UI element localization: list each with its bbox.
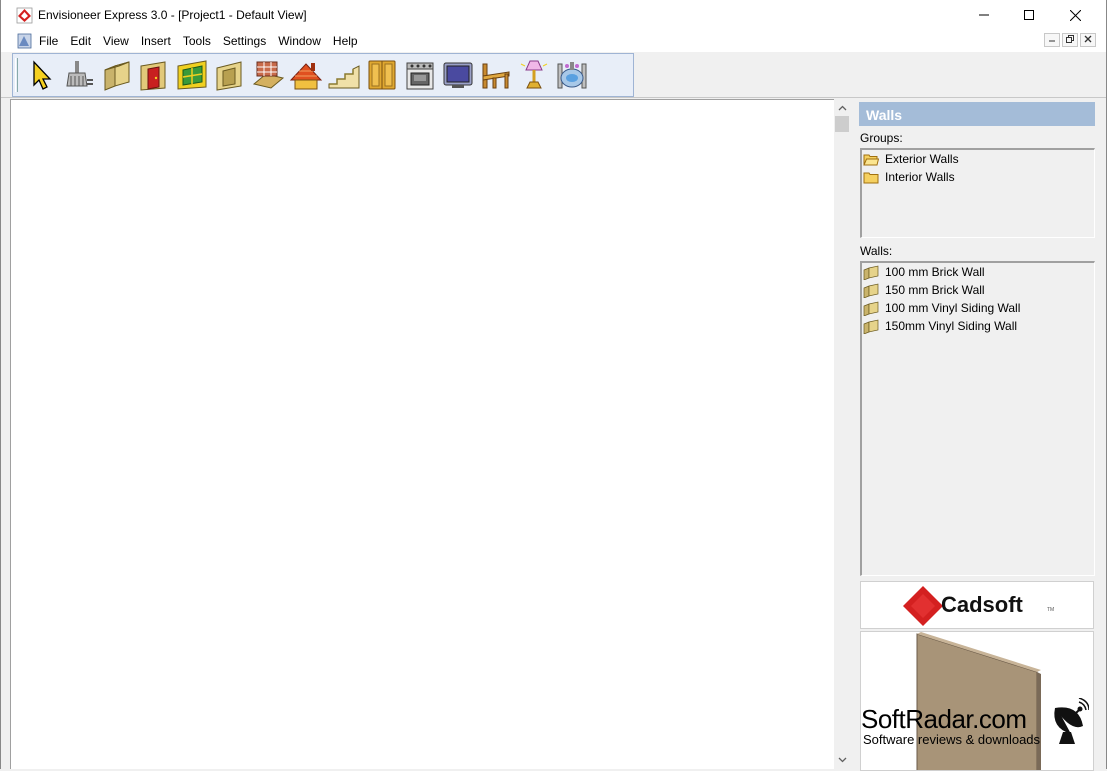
menu-tools[interactable]: Tools bbox=[177, 30, 217, 52]
mdi-minimize-button[interactable] bbox=[1044, 33, 1060, 47]
toolbar-area bbox=[1, 52, 1106, 98]
select-tool[interactable] bbox=[21, 56, 59, 94]
appliances-tool[interactable] bbox=[401, 56, 439, 94]
wall-item[interactable]: 100 mm Brick Wall bbox=[862, 263, 1094, 281]
brush-icon bbox=[66, 61, 93, 87]
windows-tool[interactable] bbox=[173, 56, 211, 94]
scroll-up-button[interactable] bbox=[834, 99, 850, 116]
wall-item-label: 150mm Vinyl Siding Wall bbox=[885, 319, 1018, 333]
group-item-label: Exterior Walls bbox=[885, 152, 959, 166]
minimize-icon bbox=[979, 14, 989, 16]
opening-icon bbox=[216, 61, 242, 91]
menu-insert[interactable]: Insert bbox=[135, 30, 177, 52]
sweep-tool[interactable] bbox=[59, 56, 97, 94]
window-icon bbox=[177, 60, 207, 90]
stove-icon bbox=[406, 62, 434, 90]
floors-tool[interactable] bbox=[249, 56, 287, 94]
close-icon bbox=[1069, 9, 1081, 21]
satellite-dish-icon bbox=[1054, 698, 1089, 744]
roof-icon bbox=[289, 63, 323, 90]
sink-icon bbox=[557, 62, 587, 89]
insert-toolbar bbox=[12, 53, 634, 97]
menu-edit[interactable]: Edit bbox=[64, 30, 97, 52]
groups-list[interactable]: Exterior Walls Interior Walls bbox=[860, 148, 1095, 238]
toolbar-grip[interactable] bbox=[15, 58, 18, 92]
maximize-icon bbox=[1024, 10, 1034, 20]
group-item[interactable]: Interior Walls bbox=[862, 168, 1094, 186]
groups-label: Groups: bbox=[860, 131, 903, 145]
wall-icon bbox=[863, 265, 879, 280]
close-button[interactable] bbox=[1052, 0, 1098, 30]
cabinet-icon bbox=[368, 60, 396, 90]
restore-icon bbox=[1066, 35, 1074, 43]
app-window: Envisioneer Express 3.0 - [Project1 - De… bbox=[0, 0, 1107, 771]
menu-file[interactable]: File bbox=[33, 30, 64, 52]
wall-item-label: 100 mm Brick Wall bbox=[885, 265, 985, 279]
wall-icon bbox=[863, 283, 879, 298]
wall-item[interactable]: 150mm Vinyl Siding Wall bbox=[862, 317, 1094, 335]
watermark-title: SoftRadar.com bbox=[861, 704, 1027, 734]
wall-icon bbox=[863, 319, 879, 334]
electronics-tool[interactable] bbox=[439, 56, 477, 94]
app-logo-icon bbox=[16, 7, 33, 24]
bench-icon bbox=[482, 63, 510, 89]
wall-item-label: 100 mm Vinyl Siding Wall bbox=[885, 301, 1021, 315]
cadsoft-logo-text: Cadsoft bbox=[941, 592, 1023, 617]
title-bar[interactable]: Envisioneer Express 3.0 - [Project1 - De… bbox=[1, 0, 1106, 30]
cadsoft-logo: Cadsoft TM bbox=[860, 581, 1094, 629]
lamp-icon bbox=[520, 60, 548, 89]
menu-help[interactable]: Help bbox=[327, 30, 364, 52]
roofs-tool[interactable] bbox=[287, 56, 325, 94]
menu-bar: File Edit View Insert Tools Settings Win… bbox=[1, 30, 1106, 52]
watermark-tagline: Software reviews & downloads bbox=[863, 732, 1041, 747]
lighting-tool[interactable] bbox=[515, 56, 553, 94]
menu-view[interactable]: View bbox=[97, 30, 135, 52]
chevron-up-icon bbox=[838, 105, 846, 110]
floor-icon bbox=[252, 61, 285, 89]
mdi-restore-button[interactable] bbox=[1062, 33, 1078, 47]
walls-label: Walls: bbox=[860, 244, 893, 258]
menu-window[interactable]: Window bbox=[272, 30, 327, 52]
stairs-tool[interactable] bbox=[325, 56, 363, 94]
catalog-panel: Walls Groups: Exterior Walls Interior Wa… bbox=[858, 101, 1096, 771]
scroll-thumb[interactable] bbox=[835, 116, 849, 132]
wall-icon bbox=[863, 301, 879, 316]
wall-item-label: 150 mm Brick Wall bbox=[885, 283, 985, 297]
cabinets-tool[interactable] bbox=[363, 56, 401, 94]
door-icon bbox=[140, 61, 166, 91]
window-title: Envisioneer Express 3.0 - [Project1 - De… bbox=[38, 8, 307, 22]
arrow-cursor-icon bbox=[33, 60, 52, 90]
furniture-tool[interactable] bbox=[477, 56, 515, 94]
wall-icon bbox=[104, 61, 130, 91]
minimize-icon bbox=[1049, 40, 1055, 42]
group-item-label: Interior Walls bbox=[885, 170, 955, 184]
openings-tool[interactable] bbox=[211, 56, 249, 94]
maximize-button[interactable] bbox=[1006, 0, 1052, 30]
wall-item[interactable]: 100 mm Vinyl Siding Wall bbox=[862, 299, 1094, 317]
plumbing-tool[interactable] bbox=[553, 56, 591, 94]
walls-tool[interactable] bbox=[97, 56, 135, 94]
walls-list[interactable]: 100 mm Brick Wall 150 mm Brick Wall 100 … bbox=[860, 261, 1095, 576]
doors-tool[interactable] bbox=[135, 56, 173, 94]
tv-icon bbox=[443, 62, 473, 88]
cadsoft-trademark: TM bbox=[1047, 607, 1055, 613]
canvas-vertical-scrollbar[interactable] bbox=[834, 99, 850, 769]
folder-open-icon bbox=[863, 154, 879, 165]
scroll-down-button[interactable] bbox=[834, 751, 850, 768]
folder-icon bbox=[863, 172, 879, 183]
item-preview: SoftRadar.com Software reviews & downloa… bbox=[860, 631, 1094, 771]
stairs-icon bbox=[328, 65, 360, 89]
document-icon[interactable] bbox=[16, 32, 33, 49]
minimize-button[interactable] bbox=[961, 0, 1007, 30]
group-item[interactable]: Exterior Walls bbox=[862, 150, 1094, 168]
chevron-down-icon bbox=[838, 757, 846, 762]
mdi-close-button[interactable] bbox=[1080, 33, 1096, 47]
panel-title: Walls bbox=[859, 102, 1095, 126]
drawing-canvas[interactable] bbox=[10, 99, 834, 769]
close-icon bbox=[1084, 35, 1092, 43]
wall-item[interactable]: 150 mm Brick Wall bbox=[862, 281, 1094, 299]
menu-settings[interactable]: Settings bbox=[217, 30, 272, 52]
